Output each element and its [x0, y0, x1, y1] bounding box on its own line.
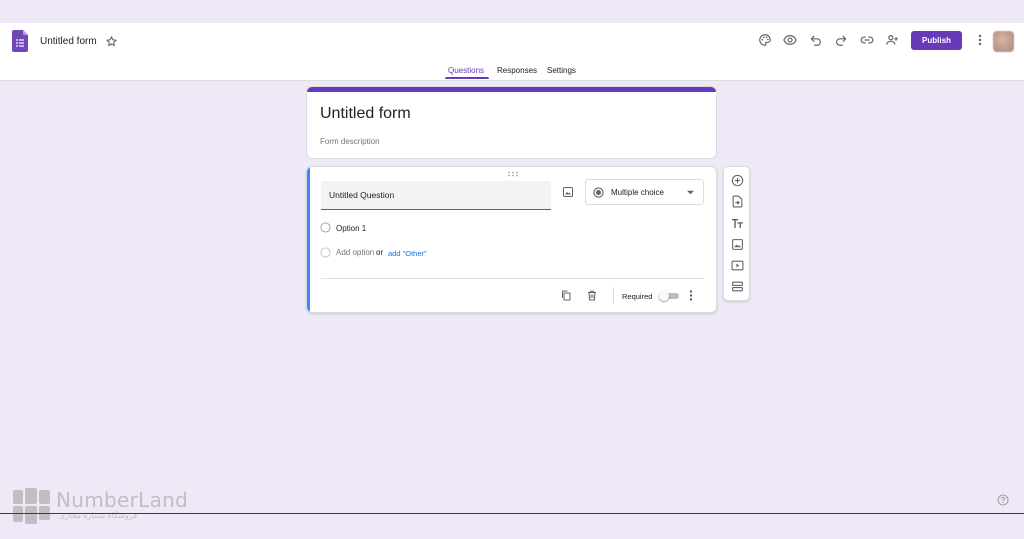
question-card[interactable]: Untitled Question Multiple choice Option…: [306, 166, 717, 313]
add-title-icon[interactable]: [731, 217, 744, 230]
import-questions-icon[interactable]: [731, 195, 744, 208]
numberland-logo-icon: [13, 488, 50, 524]
active-tab-indicator: [445, 77, 489, 79]
duplicate-icon[interactable]: [560, 289, 572, 302]
undo-icon[interactable]: [809, 33, 823, 47]
tab-responses[interactable]: Responses: [497, 66, 537, 75]
account-avatar[interactable]: [993, 31, 1014, 52]
forms-logo-icon[interactable]: [12, 30, 28, 52]
delete-icon[interactable]: [586, 289, 598, 302]
watermark-name: NumberLand: [56, 488, 189, 512]
tab-settings[interactable]: Settings: [547, 66, 576, 75]
add-option-radio-icon: [320, 247, 331, 258]
required-toggle[interactable]: [659, 291, 679, 301]
option-radio-icon[interactable]: [320, 222, 331, 233]
doc-title[interactable]: Untitled form: [40, 36, 97, 47]
add-other-button[interactable]: add "Other": [388, 249, 427, 258]
star-icon[interactable]: [105, 35, 118, 48]
question-title-text: Untitled Question: [329, 190, 395, 200]
add-question-icon[interactable]: [731, 174, 744, 187]
publish-button[interactable]: Publish: [911, 31, 962, 50]
dropdown-arrow-icon: [687, 190, 694, 195]
add-image-icon[interactable]: [562, 186, 574, 198]
bottom-rule: [0, 513, 1024, 514]
form-description-input[interactable]: Form description: [320, 137, 380, 146]
add-collaborator-icon[interactable]: [885, 33, 899, 47]
active-question-indicator: [307, 167, 310, 312]
window-top-band: [0, 0, 1024, 23]
form-tabs: Questions Responses Settings: [0, 63, 1024, 80]
option-label[interactable]: Option 1: [336, 224, 366, 233]
help-icon[interactable]: [997, 494, 1009, 506]
redo-icon[interactable]: [834, 33, 848, 47]
form-title-input[interactable]: Untitled form: [320, 105, 411, 123]
add-section-icon[interactable]: [731, 280, 744, 293]
drag-handle-icon[interactable]: [507, 171, 519, 177]
or-text: or: [376, 248, 384, 257]
question-type-label: Multiple choice: [611, 188, 664, 197]
preview-icon[interactable]: [783, 33, 797, 47]
add-video-icon[interactable]: [731, 259, 744, 272]
question-more-icon[interactable]: [687, 289, 695, 302]
question-title-input[interactable]: Untitled Question: [321, 181, 551, 210]
tab-questions[interactable]: Questions: [448, 66, 484, 75]
link-icon[interactable]: [860, 33, 874, 47]
numberland-watermark: NumberLand فروشگاه شماره مجازی: [13, 488, 193, 524]
floating-toolbar: [723, 166, 750, 301]
question-type-select[interactable]: Multiple choice: [585, 179, 704, 205]
more-vert-icon[interactable]: [974, 33, 986, 47]
customize-theme-icon[interactable]: [758, 33, 772, 47]
add-image-icon[interactable]: [731, 238, 744, 251]
required-label: Required: [622, 292, 653, 301]
add-option-button[interactable]: Add option: [336, 248, 374, 257]
form-title-card[interactable]: Untitled form Form description: [306, 86, 717, 159]
footer-separator: [613, 287, 614, 304]
radio-button-checked-icon: [593, 187, 604, 198]
title-card-accent: [307, 87, 716, 92]
toggle-thumb: [659, 291, 669, 301]
card-footer-divider: [321, 278, 704, 279]
